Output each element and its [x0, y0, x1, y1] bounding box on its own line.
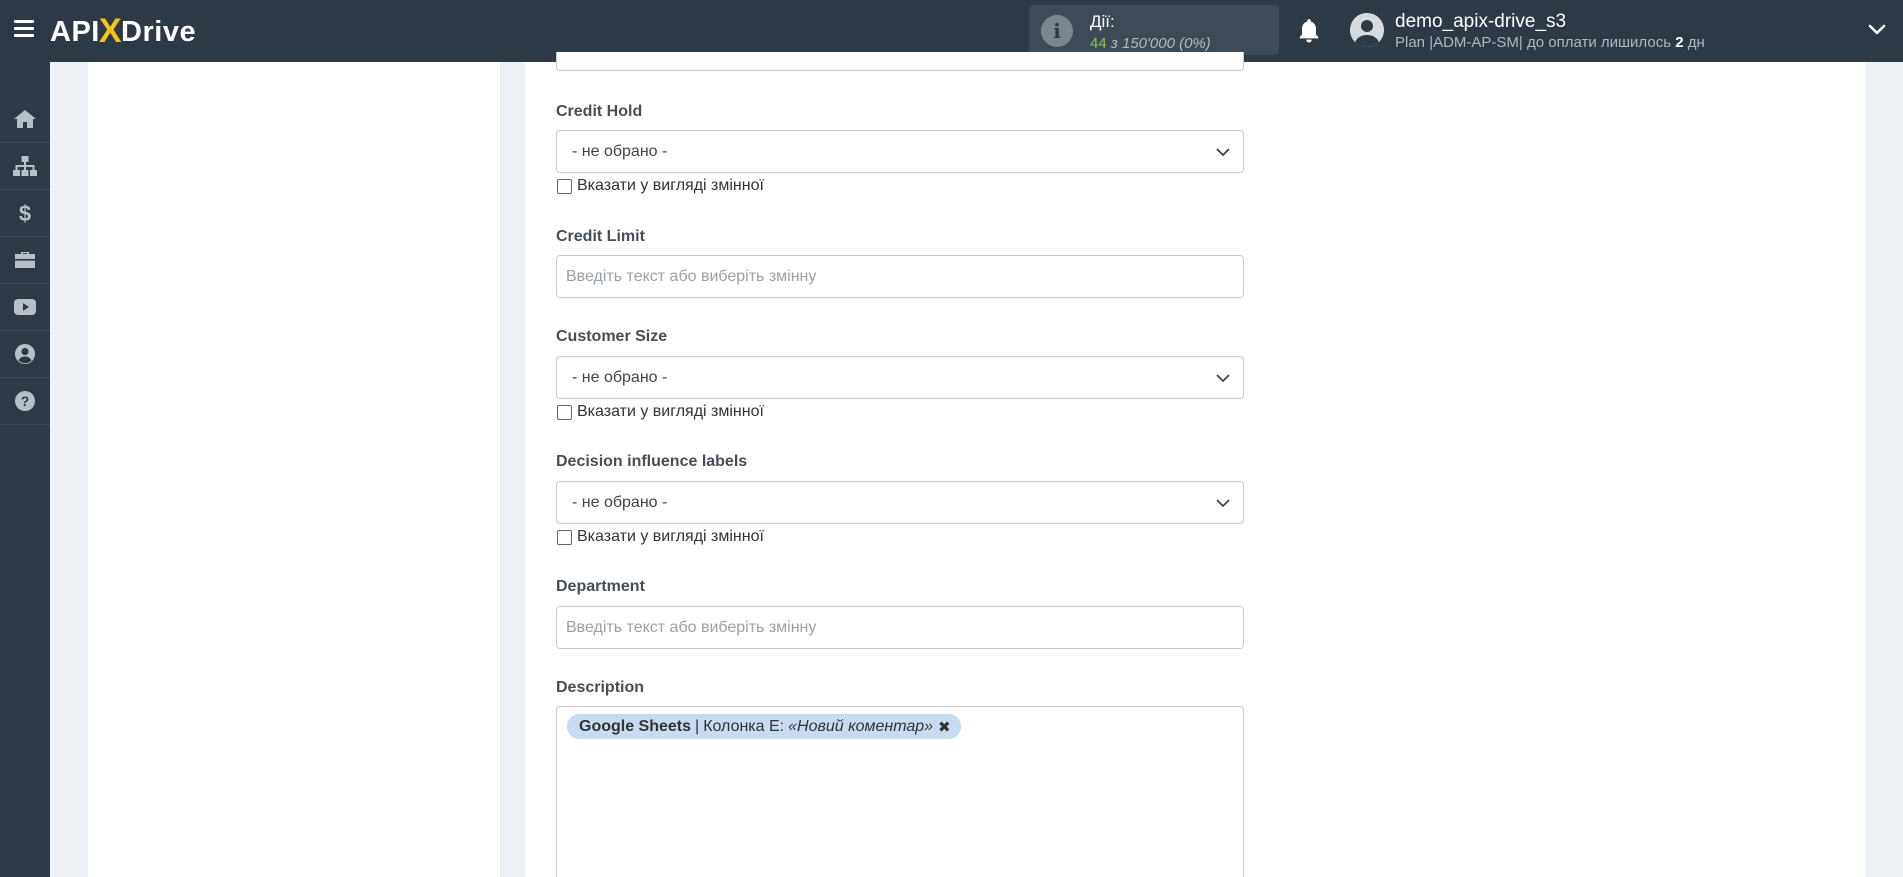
credit-hold-label: Credit Hold [556, 103, 643, 120]
customer-size-select[interactable]: - не обрано - [556, 356, 1244, 399]
sidebar-item-home[interactable] [0, 96, 50, 143]
plan-unit: дн [1687, 34, 1705, 51]
chevron-down-icon [1216, 499, 1230, 508]
bell-icon[interactable] [1296, 17, 1322, 45]
actions-used: 44 [1090, 35, 1107, 52]
logo-text-right: Drive [121, 16, 197, 48]
credit-limit-label: Credit Limit [556, 228, 645, 245]
chevron-down-icon [1216, 374, 1230, 383]
checkbox-label: Вказати у вигляді змінної [577, 528, 764, 545]
sidebar: $ ? [0, 62, 50, 877]
tag-column: Колонка E: [703, 717, 785, 735]
sidebar-item-profile[interactable] [0, 331, 50, 378]
plan-info: Plan |ADM-AP-SM| до оплати лишилось 2 дн [1395, 34, 1705, 51]
credit-hold-variable-checkbox[interactable]: Вказати у вигляді змінної [557, 177, 764, 195]
help-icon: ? [15, 391, 35, 411]
variable-tag[interactable]: Google Sheets | Колонка E: «Новий комент… [567, 714, 961, 739]
chevron-down-icon[interactable] [1867, 20, 1887, 40]
customer-size-variable-checkbox[interactable]: Вказати у вигляді змінної [557, 403, 764, 421]
left-panel [88, 62, 501, 877]
credit-hold-select[interactable]: - не обрано - [556, 130, 1244, 173]
tag-source: Google Sheets [579, 717, 692, 735]
decision-influence-variable-checkbox[interactable]: Вказати у вигляді змінної [557, 528, 764, 546]
logo-text-left: API [50, 16, 100, 48]
customer-size-value: - не обрано - [572, 369, 668, 386]
logo-x: X [98, 12, 123, 50]
remove-tag-icon[interactable]: ✖ [938, 718, 951, 736]
chevron-down-icon [1216, 148, 1230, 157]
sidebar-item-video[interactable] [0, 284, 50, 331]
previous-field-input[interactable] [556, 52, 1244, 71]
checkbox[interactable] [557, 404, 572, 420]
dollar-icon: $ [19, 201, 31, 225]
user-icon [15, 344, 35, 364]
credit-limit-input[interactable] [556, 255, 1244, 298]
menu-icon[interactable] [14, 20, 34, 37]
svg-text:?: ? [21, 393, 30, 409]
tag-value: «Новий коментар» [788, 717, 934, 735]
briefcase-icon [15, 252, 35, 268]
plan-text: Plan |ADM-AP-SM| до оплати лишилось [1395, 34, 1672, 51]
credit-hold-value: - не обрано - [572, 143, 668, 160]
actions-percent: (0%) [1179, 35, 1211, 52]
checkbox[interactable] [557, 529, 572, 545]
plan-days: 2 [1675, 34, 1684, 51]
logo[interactable]: APIXDrive [50, 12, 197, 50]
sitemap-icon [13, 156, 37, 176]
decision-influence-select[interactable]: - не обрано - [556, 481, 1244, 524]
tag-separator: | [695, 717, 700, 735]
username[interactable]: demo_apix-drive_s3 [1395, 11, 1566, 33]
description-label: Description [556, 679, 645, 696]
user-avatar-icon [1350, 13, 1384, 47]
actions-label: Дії: [1090, 12, 1115, 31]
svg-text:$: $ [19, 201, 31, 225]
sidebar-item-projects[interactable] [0, 237, 50, 284]
home-icon [14, 110, 36, 128]
actions-of: з 150'000 [1110, 35, 1175, 52]
actions-value: 44 з 150'000 (0%) [1090, 35, 1211, 52]
decision-influence-label: Decision influence labels [556, 453, 748, 470]
sidebar-item-help[interactable]: ? [0, 378, 50, 425]
checkbox[interactable] [557, 178, 572, 194]
description-textarea[interactable]: Google Sheets | Колонка E: «Новий комент… [556, 706, 1244, 877]
avatar[interactable] [1350, 13, 1384, 47]
checkbox-label: Вказати у вигляді змінної [577, 403, 764, 420]
customer-size-label: Customer Size [556, 328, 668, 345]
department-input[interactable] [556, 606, 1244, 649]
sidebar-item-connections[interactable] [0, 143, 50, 190]
decision-influence-value: - не обрано - [572, 494, 668, 511]
info-icon: i [1041, 15, 1073, 47]
actions-counter: i Дії: 44 з 150'000 (0%) [1029, 5, 1279, 55]
department-label: Department [556, 578, 645, 595]
video-icon [14, 299, 36, 315]
checkbox-label: Вказати у вигляді змінної [577, 177, 764, 194]
sidebar-item-billing[interactable]: $ [0, 190, 50, 237]
